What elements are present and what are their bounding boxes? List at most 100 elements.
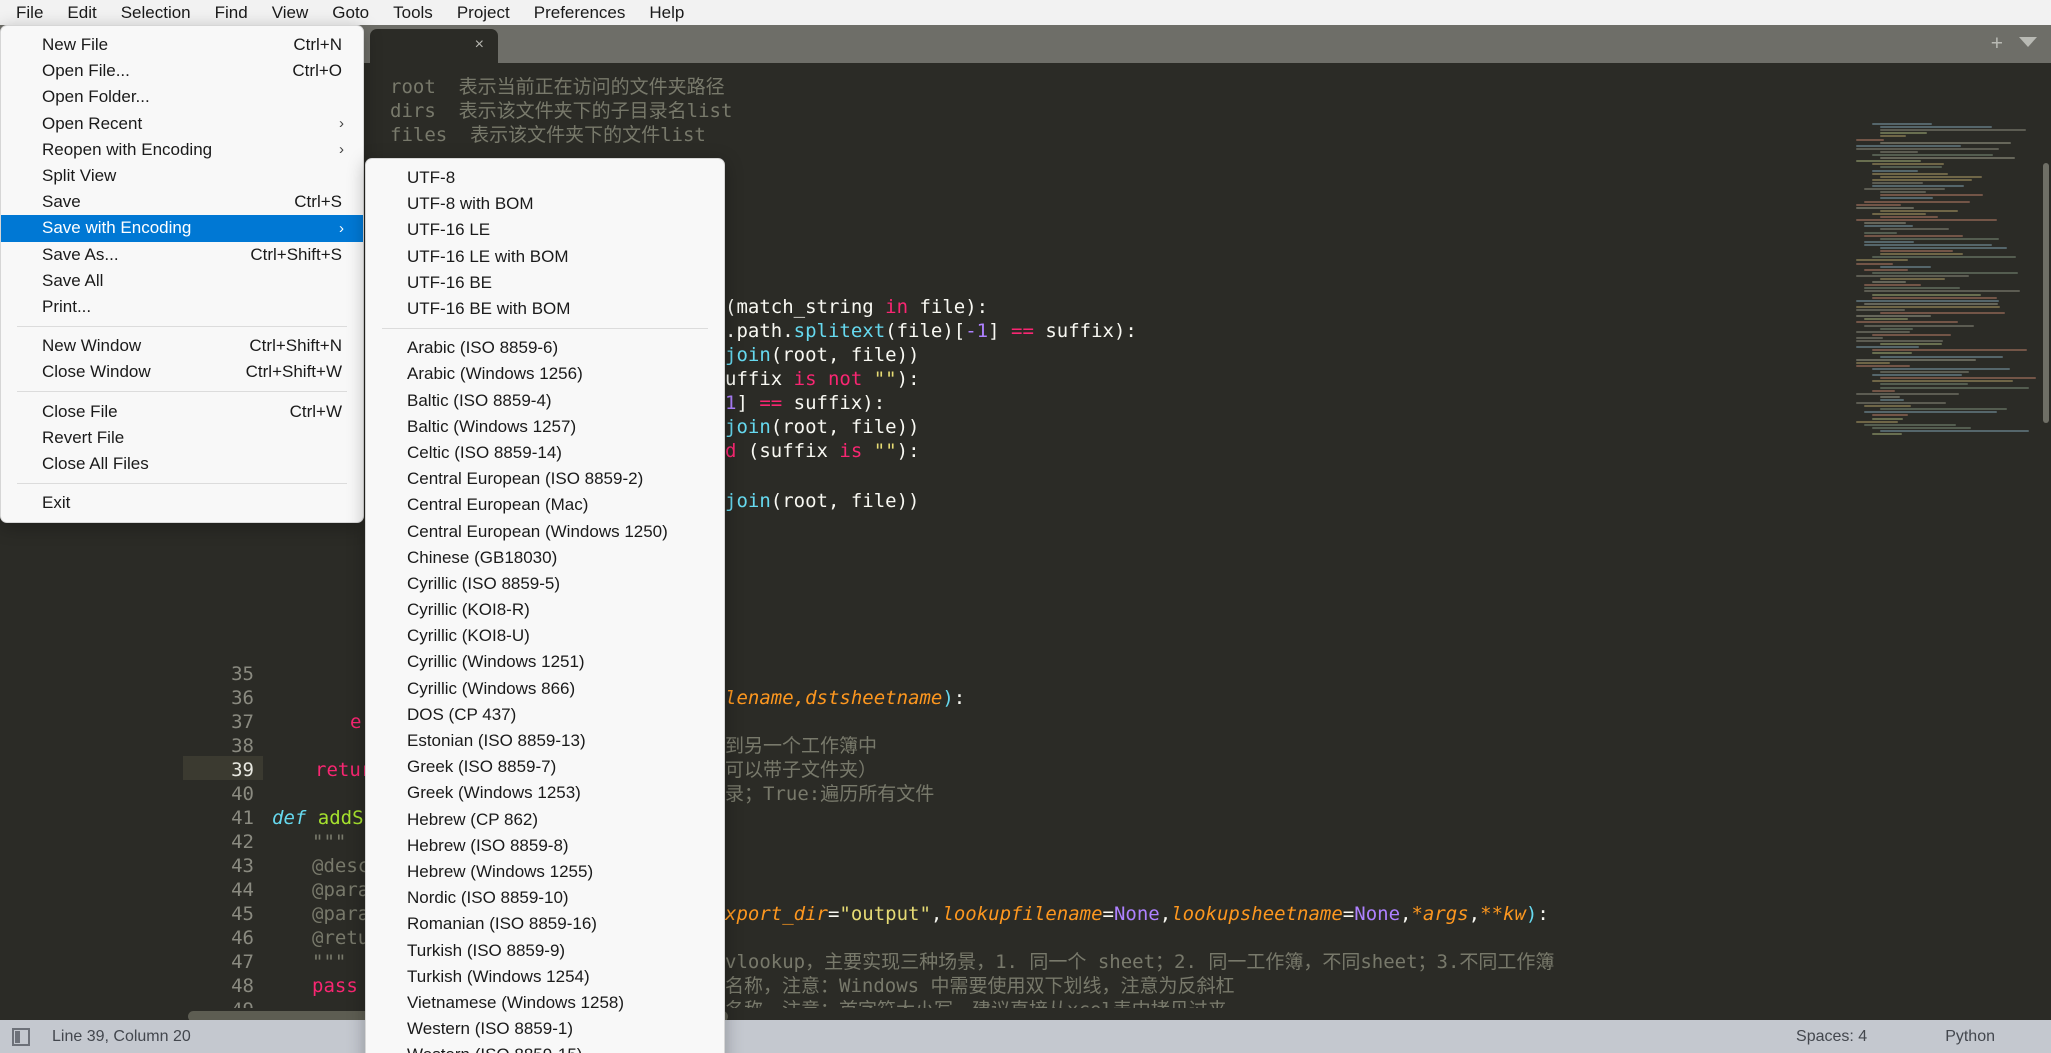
code-line[interactable]: """ — [312, 830, 346, 854]
code-line[interactable]: @para — [312, 902, 369, 926]
menubar-item-view[interactable]: View — [260, 0, 321, 25]
encoding-menu-item-utf-16-le[interactable]: UTF-16 LE — [366, 217, 724, 243]
minimap-viewport[interactable] — [2043, 163, 2049, 423]
file-menu-item-open-file[interactable]: Open File... Ctrl+O — [1, 58, 363, 84]
encoding-menu-item-nordic-iso-8859-10[interactable]: Nordic (ISO 8859-10) — [366, 885, 724, 911]
close-icon[interactable]: × — [475, 37, 484, 53]
encoding-menu-item-baltic-iso-8859-4[interactable]: Baltic (ISO 8859-4) — [366, 388, 724, 414]
encoding-menu-item-romanian-iso-8859-16[interactable]: Romanian (ISO 8859-16) — [366, 911, 724, 937]
menubar-item-tools[interactable]: Tools — [381, 0, 445, 25]
encoding-menu-item-utf-16-be[interactable]: UTF-16 BE — [366, 270, 724, 296]
code-line[interactable]: def addSh — [272, 806, 375, 830]
encoding-menu-item-hebrew-iso-8859-8[interactable]: Hebrew (ISO 8859-8) — [366, 833, 724, 859]
file-menu-item-save[interactable]: Save Ctrl+S — [1, 189, 363, 215]
file-menu-item-print[interactable]: Print... — [1, 294, 363, 320]
encoding-menu-item-arabic-windows-1256[interactable]: Arabic (Windows 1256) — [366, 361, 724, 387]
code-line[interactable]: xport_dir="output",lookupfilename=None,l… — [725, 902, 1549, 926]
encoding-menu-item-vietnamese-windows-1258[interactable]: Vietnamese (Windows 1258) — [366, 990, 724, 1016]
encoding-menu-item-hebrew-cp-862[interactable]: Hebrew (CP 862) — [366, 807, 724, 833]
encoding-menu-item-turkish-windows-1254[interactable]: Turkish (Windows 1254) — [366, 964, 724, 990]
file-menu-item-new-window[interactable]: New Window Ctrl+Shift+N — [1, 333, 363, 359]
encoding-menu-item-cyrillic-windows-1251[interactable]: Cyrillic (Windows 1251) — [366, 649, 724, 675]
menubar-item-edit[interactable]: Edit — [55, 0, 108, 25]
code-line[interactable]: 到另一个工作簿中 — [725, 734, 877, 758]
language-setting[interactable]: Python — [1945, 1028, 1995, 1046]
code-line[interactable]: vlookup，主要实现三种场景，1. 同一个 sheet；2. 同一工作簿，不… — [725, 950, 1554, 974]
encoding-menu-item-central-european-iso-8859-2[interactable]: Central European (ISO 8859-2) — [366, 466, 724, 492]
code-line[interactable]: pass — [312, 974, 358, 998]
save-with-encoding-submenu[interactable]: UTF-8 UTF-8 with BOM UTF-16 LE UTF-16 LE wi… — [365, 158, 725, 1053]
code-line[interactable]: files 表示该文件夹下的文件list — [390, 123, 706, 147]
new-tab-icon[interactable]: + — [1991, 33, 2003, 54]
encoding-menu-item-greek-windows-1253[interactable]: Greek (Windows 1253) — [366, 780, 724, 806]
encoding-menu-item-cyrillic-koi8-u[interactable]: Cyrillic (KOI8-U) — [366, 623, 724, 649]
encoding-menu-item-utf-16-be-with-bom[interactable]: UTF-16 BE with BOM — [366, 296, 724, 322]
menubar-item-selection[interactable]: Selection — [109, 0, 203, 25]
encoding-menu-item-estonian-iso-8859-13[interactable]: Estonian (ISO 8859-13) — [366, 728, 724, 754]
code-line[interactable]: dirs 表示该文件夹下的子目录名list — [390, 99, 732, 123]
encoding-menu-item-baltic-windows-1257[interactable]: Baltic (Windows 1257) — [366, 414, 724, 440]
cursor-position[interactable]: Line 39, Column 20 — [52, 1028, 191, 1046]
code-line[interactable]: retur — [315, 758, 372, 782]
indentation-setting[interactable]: Spaces: 4 — [1796, 1028, 1867, 1046]
file-menu-item-split-view[interactable]: Split View — [1, 163, 363, 189]
encoding-menu-item-central-european-mac[interactable]: Central European (Mac) — [366, 492, 724, 518]
menubar-item-goto[interactable]: Goto — [320, 0, 381, 25]
code-line[interactable]: lename,dstsheetname): — [725, 686, 965, 710]
encoding-menu-item-greek-iso-8859-7[interactable]: Greek (ISO 8859-7) — [366, 754, 724, 780]
file-menu[interactable]: New File Ctrl+N Open File... Ctrl+O Open Fol… — [0, 25, 364, 524]
file-menu-item-open-folder[interactable]: Open Folder... — [1, 84, 363, 110]
encoding-menu-item-cyrillic-koi8-r[interactable]: Cyrillic (KOI8-R) — [366, 597, 724, 623]
encoding-menu-item-hebrew-windows-1255[interactable]: Hebrew (Windows 1255) — [366, 859, 724, 885]
code-line[interactable]: 可以带子文件夹） — [725, 758, 877, 782]
file-menu-item-revert-file[interactable]: Revert File — [1, 425, 363, 451]
encoding-menu-item-utf-8-with-bom[interactable]: UTF-8 with BOM — [366, 191, 724, 217]
encoding-menu-item-western-iso-8859-15[interactable]: Western (ISO 8859-15) — [366, 1042, 724, 1053]
code-line[interactable]: join(root, file)) — [725, 415, 919, 439]
code-line[interactable]: join(root, file)) — [725, 489, 919, 513]
encoding-menu-item-western-iso-8859-1[interactable]: Western (ISO 8859-1) — [366, 1016, 724, 1042]
menubar-item-file[interactable]: File — [4, 0, 56, 25]
menubar-item-preferences[interactable]: Preferences — [522, 0, 638, 25]
menubar-item-find[interactable]: Find — [203, 0, 260, 25]
code-line[interactable]: @retu — [312, 926, 369, 950]
encoding-menu-item-central-european-windows-1250[interactable]: Central European (Windows 1250) — [366, 518, 724, 544]
encoding-menu-item-dos-cp-437[interactable]: DOS (CP 437) — [366, 702, 724, 728]
editor-tab[interactable]: × — [370, 29, 498, 63]
file-menu-item-close-file[interactable]: Close File Ctrl+W — [1, 398, 363, 424]
file-menu-item-save-as[interactable]: Save As... Ctrl+Shift+S — [1, 242, 363, 268]
sidebar-toggle-icon[interactable] — [12, 1027, 30, 1046]
code-line[interactable]: @para — [312, 878, 369, 902]
code-line[interactable]: 名称，注意：Windows 中需要使用双下划线，注意为反斜杠 — [725, 974, 1235, 998]
menubar-item-help[interactable]: Help — [637, 0, 696, 25]
encoding-menu-item-cyrillic-iso-8859-5[interactable]: Cyrillic (ISO 8859-5) — [366, 571, 724, 597]
code-line[interactable]: .path.splitext(file)[-1] == suffix): — [725, 319, 1137, 343]
code-line[interactable]: 录；True:遍历所有文件 — [725, 782, 934, 806]
code-line[interactable]: @desc — [312, 854, 369, 878]
encoding-menu-item-cyrillic-windows-866[interactable]: Cyrillic (Windows 866) — [366, 676, 724, 702]
encoding-menu-item-turkish-iso-8859-9[interactable]: Turkish (ISO 8859-9) — [366, 937, 724, 963]
encoding-menu-item-celtic-iso-8859-14[interactable]: Celtic (ISO 8859-14) — [366, 440, 724, 466]
code-line[interactable]: (match_string in file): — [725, 295, 988, 319]
code-line[interactable]: uffix is not ""): — [725, 367, 920, 391]
file-menu-item-open-recent[interactable]: Open Recent › — [1, 111, 363, 137]
file-menu-item-close-window[interactable]: Close Window Ctrl+Shift+W — [1, 359, 363, 385]
encoding-menu-item-utf-8[interactable]: UTF-8 — [366, 165, 724, 191]
code-line[interactable]: root 表示当前正在访问的文件夹路径 — [390, 75, 725, 99]
menubar-item-project[interactable]: Project — [445, 0, 522, 25]
file-menu-item-exit[interactable]: Exit — [1, 490, 363, 516]
encoding-menu-item-utf-16-le-with-bom[interactable]: UTF-16 LE with BOM — [366, 244, 724, 270]
file-menu-item-close-all-files[interactable]: Close All Files — [1, 451, 363, 477]
chevron-down-icon[interactable] — [2019, 37, 2037, 47]
code-line[interactable]: d (suffix is ""): — [725, 439, 920, 463]
code-line[interactable]: join(root, file)) — [725, 343, 919, 367]
code-line[interactable]: 1] == suffix): — [725, 391, 885, 415]
code-line[interactable]: e — [350, 710, 361, 734]
minimap[interactable] — [1846, 101, 2051, 1025]
file-menu-item-reopen-with-encoding[interactable]: Reopen with Encoding › — [1, 137, 363, 163]
file-menu-item-new-file[interactable]: New File Ctrl+N — [1, 32, 363, 58]
encoding-menu-item-chinese-gb18030[interactable]: Chinese (GB18030) — [366, 545, 724, 571]
file-menu-item-save-with-encoding[interactable]: Save with Encoding › — [1, 215, 363, 242]
code-line[interactable]: """ — [312, 950, 346, 974]
encoding-menu-item-arabic-iso-8859-6[interactable]: Arabic (ISO 8859-6) — [366, 335, 724, 361]
